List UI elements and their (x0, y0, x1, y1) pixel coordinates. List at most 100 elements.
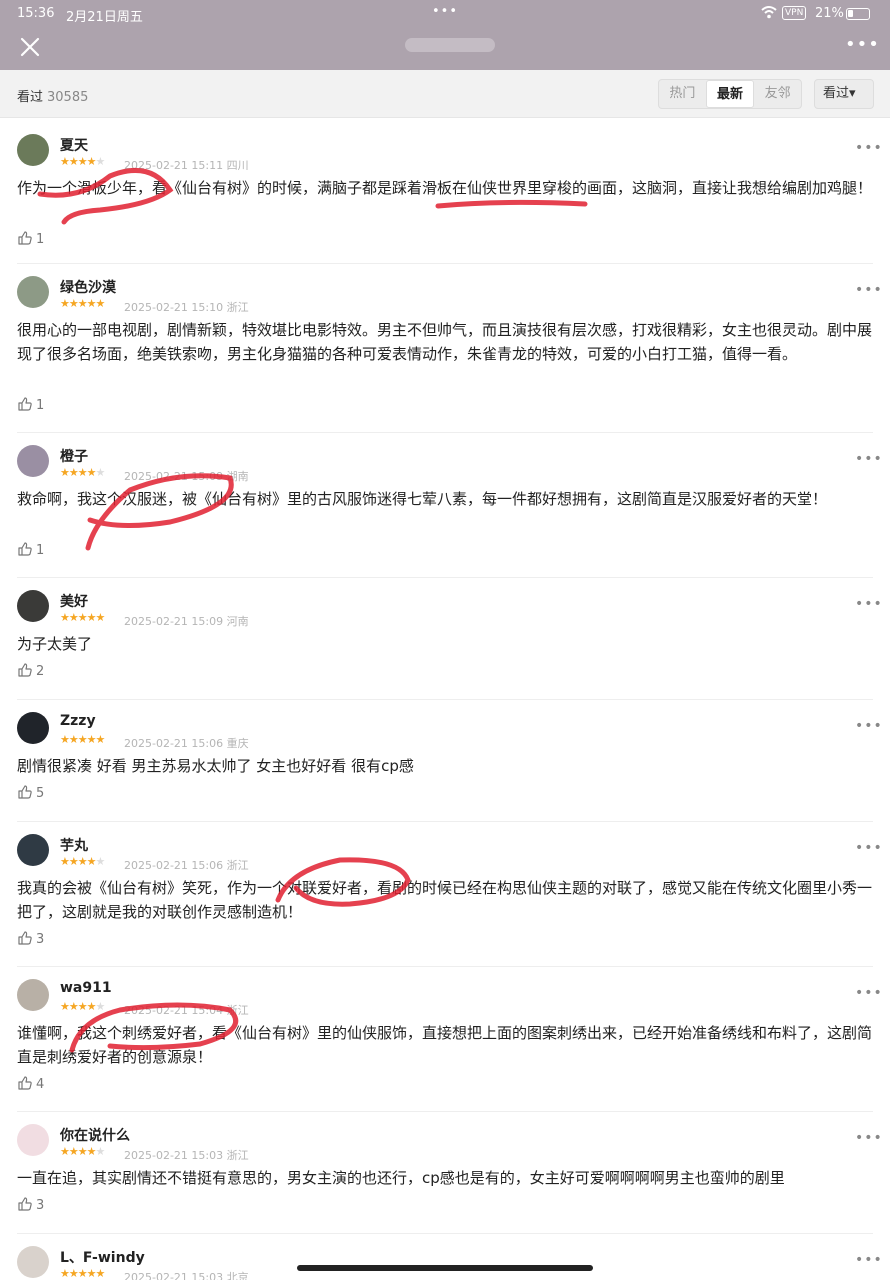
thumbs-up-icon (18, 663, 32, 677)
more-icon[interactable]: ••• (845, 34, 880, 55)
star-icon: ★ (86, 466, 97, 479)
annotation-stroke (435, 199, 588, 209)
comment-more-button[interactable]: ••• (855, 840, 883, 856)
like-count: 1 (36, 543, 45, 558)
home-indicator[interactable] (297, 1265, 593, 1271)
avatar[interactable] (17, 134, 49, 166)
comment-meta: 2025-02-21 15:04 浙江 (124, 1002, 249, 1018)
comment-username[interactable]: 橙子 (60, 446, 88, 466)
avatar[interactable] (17, 1246, 49, 1278)
like-button[interactable]: 5 (17, 784, 44, 801)
comment-date: 2025-02-21 15:06 (124, 737, 224, 750)
like-count: 3 (36, 1198, 45, 1213)
battery-icon (846, 8, 870, 20)
comment-meta: 2025-02-21 15:06 浙江 (124, 857, 249, 873)
comment-username[interactable]: 夏天 (60, 135, 88, 155)
comment-more-button[interactable]: ••• (855, 985, 883, 1001)
star-icon: ★ (60, 1267, 70, 1280)
tab-latest[interactable]: 最新 (705, 80, 755, 108)
comment-text: 很用心的一部电视剧，剧情新颖，特效堪比电影特效。男主不但帅气，而且演技很有层次感… (17, 321, 873, 363)
comment-more-button[interactable]: ••• (855, 718, 883, 734)
like-button[interactable]: 4 (17, 1075, 44, 1092)
like-button[interactable]: 1 (17, 230, 44, 247)
comment-date: 2025-02-21 15:04 (124, 1004, 224, 1017)
comment-region: 浙江 (226, 301, 249, 314)
star-icon: ★ (86, 1267, 97, 1280)
comment-text: 为子太美了 (17, 635, 93, 653)
seen-filter-dropdown[interactable]: 看过▾ (814, 79, 874, 109)
comment-meta: 2025-02-21 15:03 北京 (124, 1269, 249, 1280)
comment-username[interactable]: 美好 (60, 591, 88, 611)
like-button[interactable]: 2 (17, 662, 44, 679)
avatar[interactable] (17, 445, 49, 477)
comment-divider (17, 432, 873, 433)
like-button[interactable]: 3 (17, 930, 44, 947)
star-icon: ★ (60, 1000, 70, 1013)
rating-stars: ★★★★★ (60, 466, 106, 479)
seen-count-label: 看过 30585 (17, 90, 89, 105)
comment-more-button[interactable]: ••• (855, 282, 883, 298)
comment-username[interactable]: Zzzy (60, 713, 96, 729)
comment-username[interactable]: L、F-windy (60, 1247, 145, 1267)
like-button[interactable]: 1 (17, 541, 44, 558)
star-icon: ★ (86, 733, 97, 746)
avatar[interactable] (17, 276, 49, 308)
comment-username[interactable]: wa911 (60, 980, 112, 996)
star-icon: ★ (86, 611, 97, 624)
avatar[interactable] (17, 712, 49, 744)
star-icon: ★ (68, 1145, 79, 1158)
comment-text: 作为一个滑板少年，看《仙台有树》的时候，满脑子都是踩着滑板在仙侠世界里穿梭的画面… (17, 179, 873, 197)
comment-region: 北京 (226, 1271, 249, 1280)
tab-hot[interactable]: 热门 (659, 80, 706, 108)
comment-date: 2025-02-21 15:11 (124, 159, 224, 172)
star-icon: ★ (77, 297, 88, 310)
comment-more-button[interactable]: ••• (855, 1130, 883, 1146)
comment-date: 2025-02-21 15:09 (124, 470, 224, 483)
star-icon: ★ (60, 155, 70, 168)
comment-text: 谁懂啊，我这个刺绣爱好者，看《仙台有树》里的仙侠服饰，直接想把上面的图案刺绣出来… (17, 1024, 873, 1066)
star-icon: ★ (77, 155, 88, 168)
status-bar: 15:36 2月21日周五 ••• VPN 21% (0, 0, 890, 28)
comment-text: 救命啊，我这个汉服迷，被《仙台有树》里的古风服饰迷得七荤八素，每一件都好想拥有，… (17, 490, 828, 508)
star-icon: ★ (68, 611, 79, 624)
comment-more-button[interactable]: ••• (855, 1252, 883, 1268)
star-icon: ★ (95, 466, 106, 479)
star-icon: ★ (68, 1000, 79, 1013)
comment-meta: 2025-02-21 15:11 四川 (124, 157, 249, 173)
comment-text: 我真的会被《仙台有树》笑死，作为一个对联爱好者，看剧的时候已经在构思仙侠主题的对… (17, 879, 873, 921)
comment-meta: 2025-02-21 15:03 浙江 (124, 1147, 249, 1163)
star-icon: ★ (86, 297, 97, 310)
avatar[interactable] (17, 834, 49, 866)
tab-friends[interactable]: 友邻 (754, 80, 801, 108)
blurred-title (405, 38, 495, 52)
avatar[interactable] (17, 979, 49, 1011)
like-count: 1 (36, 232, 45, 247)
comment-more-button[interactable]: ••• (855, 140, 883, 156)
vpn-badge: VPN (782, 6, 807, 20)
comment-more-button[interactable]: ••• (855, 596, 883, 612)
thumbs-up-icon (18, 542, 32, 556)
like-count: 2 (36, 664, 45, 679)
star-icon: ★ (95, 1267, 106, 1280)
avatar[interactable] (17, 590, 49, 622)
star-icon: ★ (95, 1145, 106, 1158)
star-icon: ★ (95, 1000, 106, 1013)
like-button[interactable]: 3 (17, 1196, 44, 1213)
comment-username[interactable]: 绿色沙漠 (60, 277, 116, 297)
avatar[interactable] (17, 1124, 49, 1156)
comment-more-button[interactable]: ••• (855, 451, 883, 467)
comment-username[interactable]: 你在说什么 (60, 1125, 130, 1145)
like-button[interactable]: 1 (17, 396, 44, 413)
comment-meta: 2025-02-21 15:09 河南 (124, 613, 249, 629)
star-icon: ★ (68, 733, 79, 746)
thumbs-up-icon (18, 1197, 32, 1211)
comment-username[interactable]: 芋丸 (60, 835, 88, 855)
thumbs-up-icon (18, 397, 32, 411)
star-icon: ★ (68, 297, 79, 310)
star-icon: ★ (60, 733, 70, 746)
sort-tabs: 热门 最新 友邻 (658, 79, 802, 109)
close-icon[interactable] (19, 36, 41, 58)
multitask-dots[interactable]: ••• (432, 4, 458, 19)
like-count: 5 (36, 786, 45, 801)
rating-stars: ★★★★★ (60, 155, 105, 168)
